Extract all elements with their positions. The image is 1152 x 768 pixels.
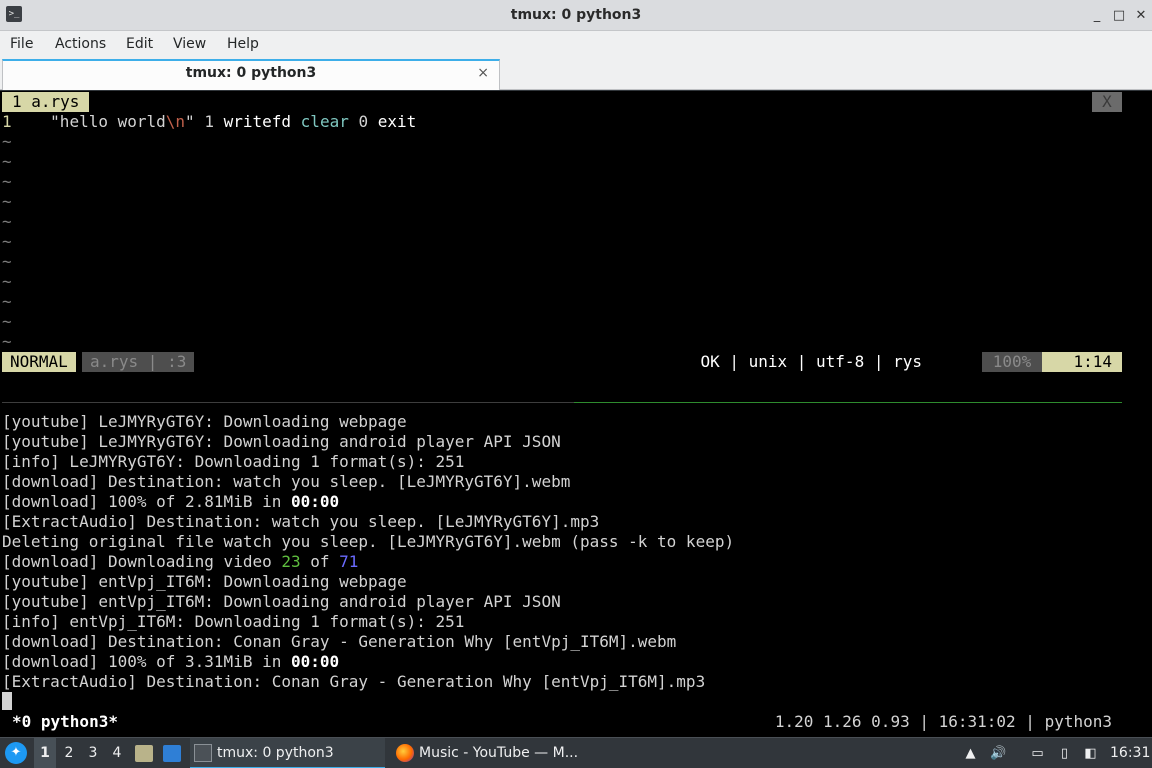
empty-line-tilde: ~: [2, 192, 12, 211]
workspace-2[interactable]: 2: [58, 738, 80, 768]
empty-line-tilde: ~: [2, 132, 12, 151]
video-total: 71: [339, 552, 359, 571]
editor-cursor-position: 1:14: [1042, 352, 1122, 372]
output-line: [youtube] entVpj_IT6M: Downloading andro…: [2, 592, 561, 611]
tab-label: tmux: 0 python3: [185, 65, 317, 81]
clock[interactable]: 16:31: [1110, 738, 1150, 768]
empty-line-tilde: ~: [2, 332, 12, 351]
terminal-cursor: [2, 692, 12, 710]
menu-bar: File Actions Edit View Help: [0, 31, 1152, 57]
empty-line-tilde: ~: [2, 272, 12, 291]
taskbar: ✦ 1 2 3 4 tmux: 0 python3 Music - YouTub…: [0, 737, 1152, 768]
output-time: 00:00: [290, 492, 340, 511]
workspace-1[interactable]: 1: [34, 738, 56, 768]
code-keyword-clear: clear: [300, 112, 349, 131]
pane-divider-active[interactable]: [574, 402, 1122, 403]
output-line: [download] Downloading video 23 of 71: [2, 552, 358, 572]
output-text: [download] 100% of 2.81MiB in: [2, 492, 291, 511]
clipboard-icon[interactable]: ▯: [1056, 745, 1073, 762]
line-number: 1: [2, 112, 12, 131]
output-line: [info] entVpj_IT6M: Downloading 1 format…: [2, 612, 465, 631]
code-string-close: ": [185, 112, 195, 131]
output-text: [download] Downloading video: [2, 552, 282, 571]
output-line: [youtube] entVpj_IT6M: Downloading webpa…: [2, 572, 407, 591]
menu-actions[interactable]: Actions: [55, 31, 106, 57]
workspace-3[interactable]: 3: [82, 738, 104, 768]
close-button[interactable]: ✕: [1132, 7, 1150, 25]
output-line: [youtube] LeJMYRyGT6Y: Downloading andro…: [2, 432, 561, 451]
empty-line-tilde: ~: [2, 252, 12, 271]
output-line: [download] 100% of 2.81MiB in 00:00: [2, 492, 339, 512]
task-label: tmux: 0 python3: [217, 745, 334, 761]
empty-line-tilde: ~: [2, 312, 12, 331]
file-manager-icon[interactable]: [135, 745, 153, 762]
output-line: [youtube] LeJMYRyGT6Y: Downloading webpa…: [2, 412, 407, 431]
volume-icon[interactable]: 🔊: [990, 745, 1007, 762]
task-label: Music - YouTube — M...: [419, 745, 579, 761]
code-escape: \n: [165, 112, 186, 131]
buffer-tab[interactable]: 1 a.rys: [2, 92, 90, 112]
firefox-icon: [396, 744, 414, 762]
editor-mode: NORMAL: [2, 352, 76, 372]
output-line: [info] LeJMYRyGT6Y: Downloading 1 format…: [2, 452, 465, 471]
empty-line-tilde: ~: [2, 172, 12, 191]
menu-view[interactable]: View: [173, 31, 206, 57]
close-tab-icon[interactable]: ×: [477, 65, 489, 81]
tmux-status-bar: *0 python3* 1.20 1.26 0.93 | 16:31:02 | …: [0, 712, 1152, 732]
app-launcher-icon[interactable]: ✦: [5, 742, 27, 764]
power-icon[interactable]: ◧: [1082, 745, 1099, 762]
buffer-close-button[interactable]: X: [1092, 92, 1122, 112]
empty-line-tilde: ~: [2, 232, 12, 251]
editor-file-info: a.rys | :3: [82, 352, 195, 372]
task-terminal[interactable]: tmux: 0 python3: [190, 738, 385, 768]
output-line: [download] Destination: watch you sleep.…: [2, 472, 571, 491]
menu-file[interactable]: File: [10, 31, 33, 57]
tmux-window-label[interactable]: *0 python3*: [12, 712, 118, 732]
editor-format-info: OK | unix | utf-8 | rys: [700, 352, 922, 371]
output-line: Deleting original file watch you sleep. …: [2, 532, 735, 551]
code-number-2: 0: [358, 112, 369, 131]
code-number: 1: [204, 112, 214, 131]
show-desktop-icon[interactable]: [163, 745, 181, 762]
window-title: tmux: 0 python3: [510, 7, 642, 23]
pane-divider[interactable]: [2, 402, 574, 403]
tmux-status-right: 1.20 1.26 0.93 | 16:31:02 | python3: [774, 712, 1112, 731]
code-string: "hello world: [50, 112, 166, 131]
output-text: [download] 100% of 3.31MiB in: [2, 652, 291, 671]
network-icon[interactable]: ▭: [1029, 745, 1046, 762]
workspace-4[interactable]: 4: [106, 738, 128, 768]
terminal-icon: [194, 744, 212, 762]
output-text: of: [300, 552, 340, 571]
tab-terminal[interactable]: tmux: 0 python3 ×: [2, 59, 500, 90]
empty-line-tilde: ~: [2, 152, 12, 171]
empty-line-tilde: ~: [2, 292, 12, 311]
empty-line-tilde: ~: [2, 212, 12, 231]
task-firefox[interactable]: Music - YouTube — M...: [392, 738, 592, 768]
terminal-view[interactable]: 1 a.rys X 1 "hello world\n" 1 writefd cl…: [0, 91, 1152, 737]
maximize-button[interactable]: □: [1110, 7, 1128, 25]
minimize-button[interactable]: _: [1088, 7, 1106, 25]
editor-percent: 100%: [982, 352, 1042, 372]
code-keyword-writefd: writefd: [223, 112, 292, 131]
menu-help[interactable]: Help: [227, 31, 259, 57]
output-line: [ExtractAudio] Destination: watch you sl…: [2, 512, 600, 531]
output-line: [ExtractAudio] Destination: Conan Gray -…: [2, 672, 706, 691]
video-current: 23: [281, 552, 301, 571]
menu-edit[interactable]: Edit: [126, 31, 153, 57]
tray-up-arrow-icon[interactable]: ▲: [962, 745, 979, 762]
output-line: [download] Destination: Conan Gray - Gen…: [2, 632, 677, 651]
output-time: 00:00: [290, 652, 340, 671]
code-line[interactable]: 1 "hello world\n" 1 writefd clear 0 exit: [2, 112, 416, 132]
editor-status-line: NORMAL a.rys | :3 OK | unix | utf-8 | ry…: [2, 352, 1122, 372]
code-keyword-exit: exit: [377, 112, 417, 131]
output-line: [download] 100% of 3.31MiB in 00:00: [2, 652, 339, 672]
tab-strip: tmux: 0 python3 ×: [0, 57, 1152, 90]
window-titlebar[interactable]: >_ tmux: 0 python3 _ □ ✕: [0, 0, 1152, 31]
